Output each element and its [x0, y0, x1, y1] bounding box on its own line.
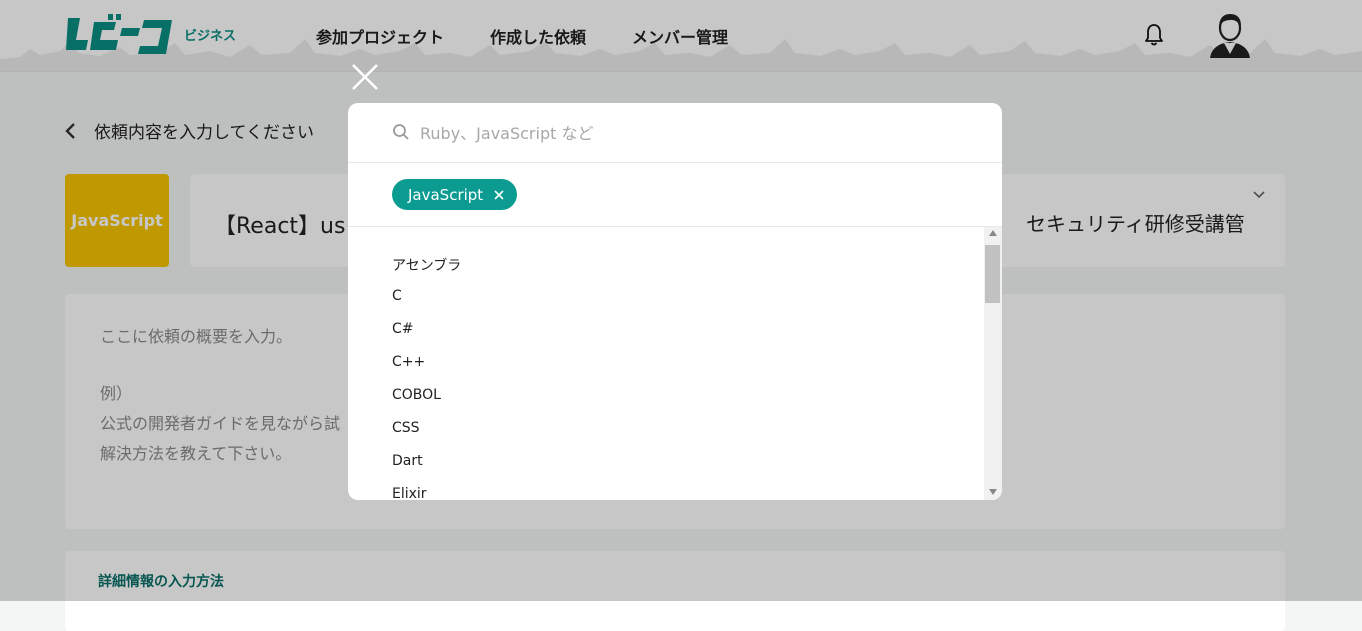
close-icon[interactable] — [350, 62, 380, 92]
selected-chips-row: JavaScript — [348, 163, 1002, 227]
language-search-input[interactable] — [418, 117, 962, 149]
scrollbar-thumb[interactable] — [985, 245, 1000, 303]
language-option[interactable]: Elixir — [392, 486, 427, 500]
language-option[interactable]: C# — [392, 321, 414, 337]
search-icon — [393, 124, 409, 140]
search-row — [348, 103, 1002, 163]
language-option[interactable]: Dart — [392, 453, 423, 469]
language-options-list: アセンブラ C C# C++ COBOL CSS Dart Elixir — [348, 227, 984, 500]
language-option[interactable]: C — [392, 288, 402, 304]
chip-label: JavaScript — [408, 185, 484, 204]
language-select-modal: JavaScript アセンブラ C C# C++ COBOL CSS Dart… — [348, 103, 1002, 500]
language-option[interactable]: CSS — [392, 420, 420, 436]
scroll-up-arrow-icon[interactable] — [989, 230, 997, 236]
options-scrollbar[interactable] — [984, 227, 1002, 500]
language-option[interactable]: アセンブラ — [392, 255, 461, 275]
scroll-down-arrow-icon[interactable] — [989, 489, 997, 495]
language-option[interactable]: COBOL — [392, 387, 441, 403]
language-option[interactable]: C++ — [392, 354, 425, 370]
remove-chip-icon[interactable] — [493, 189, 505, 201]
selected-language-chip: JavaScript — [392, 179, 518, 210]
